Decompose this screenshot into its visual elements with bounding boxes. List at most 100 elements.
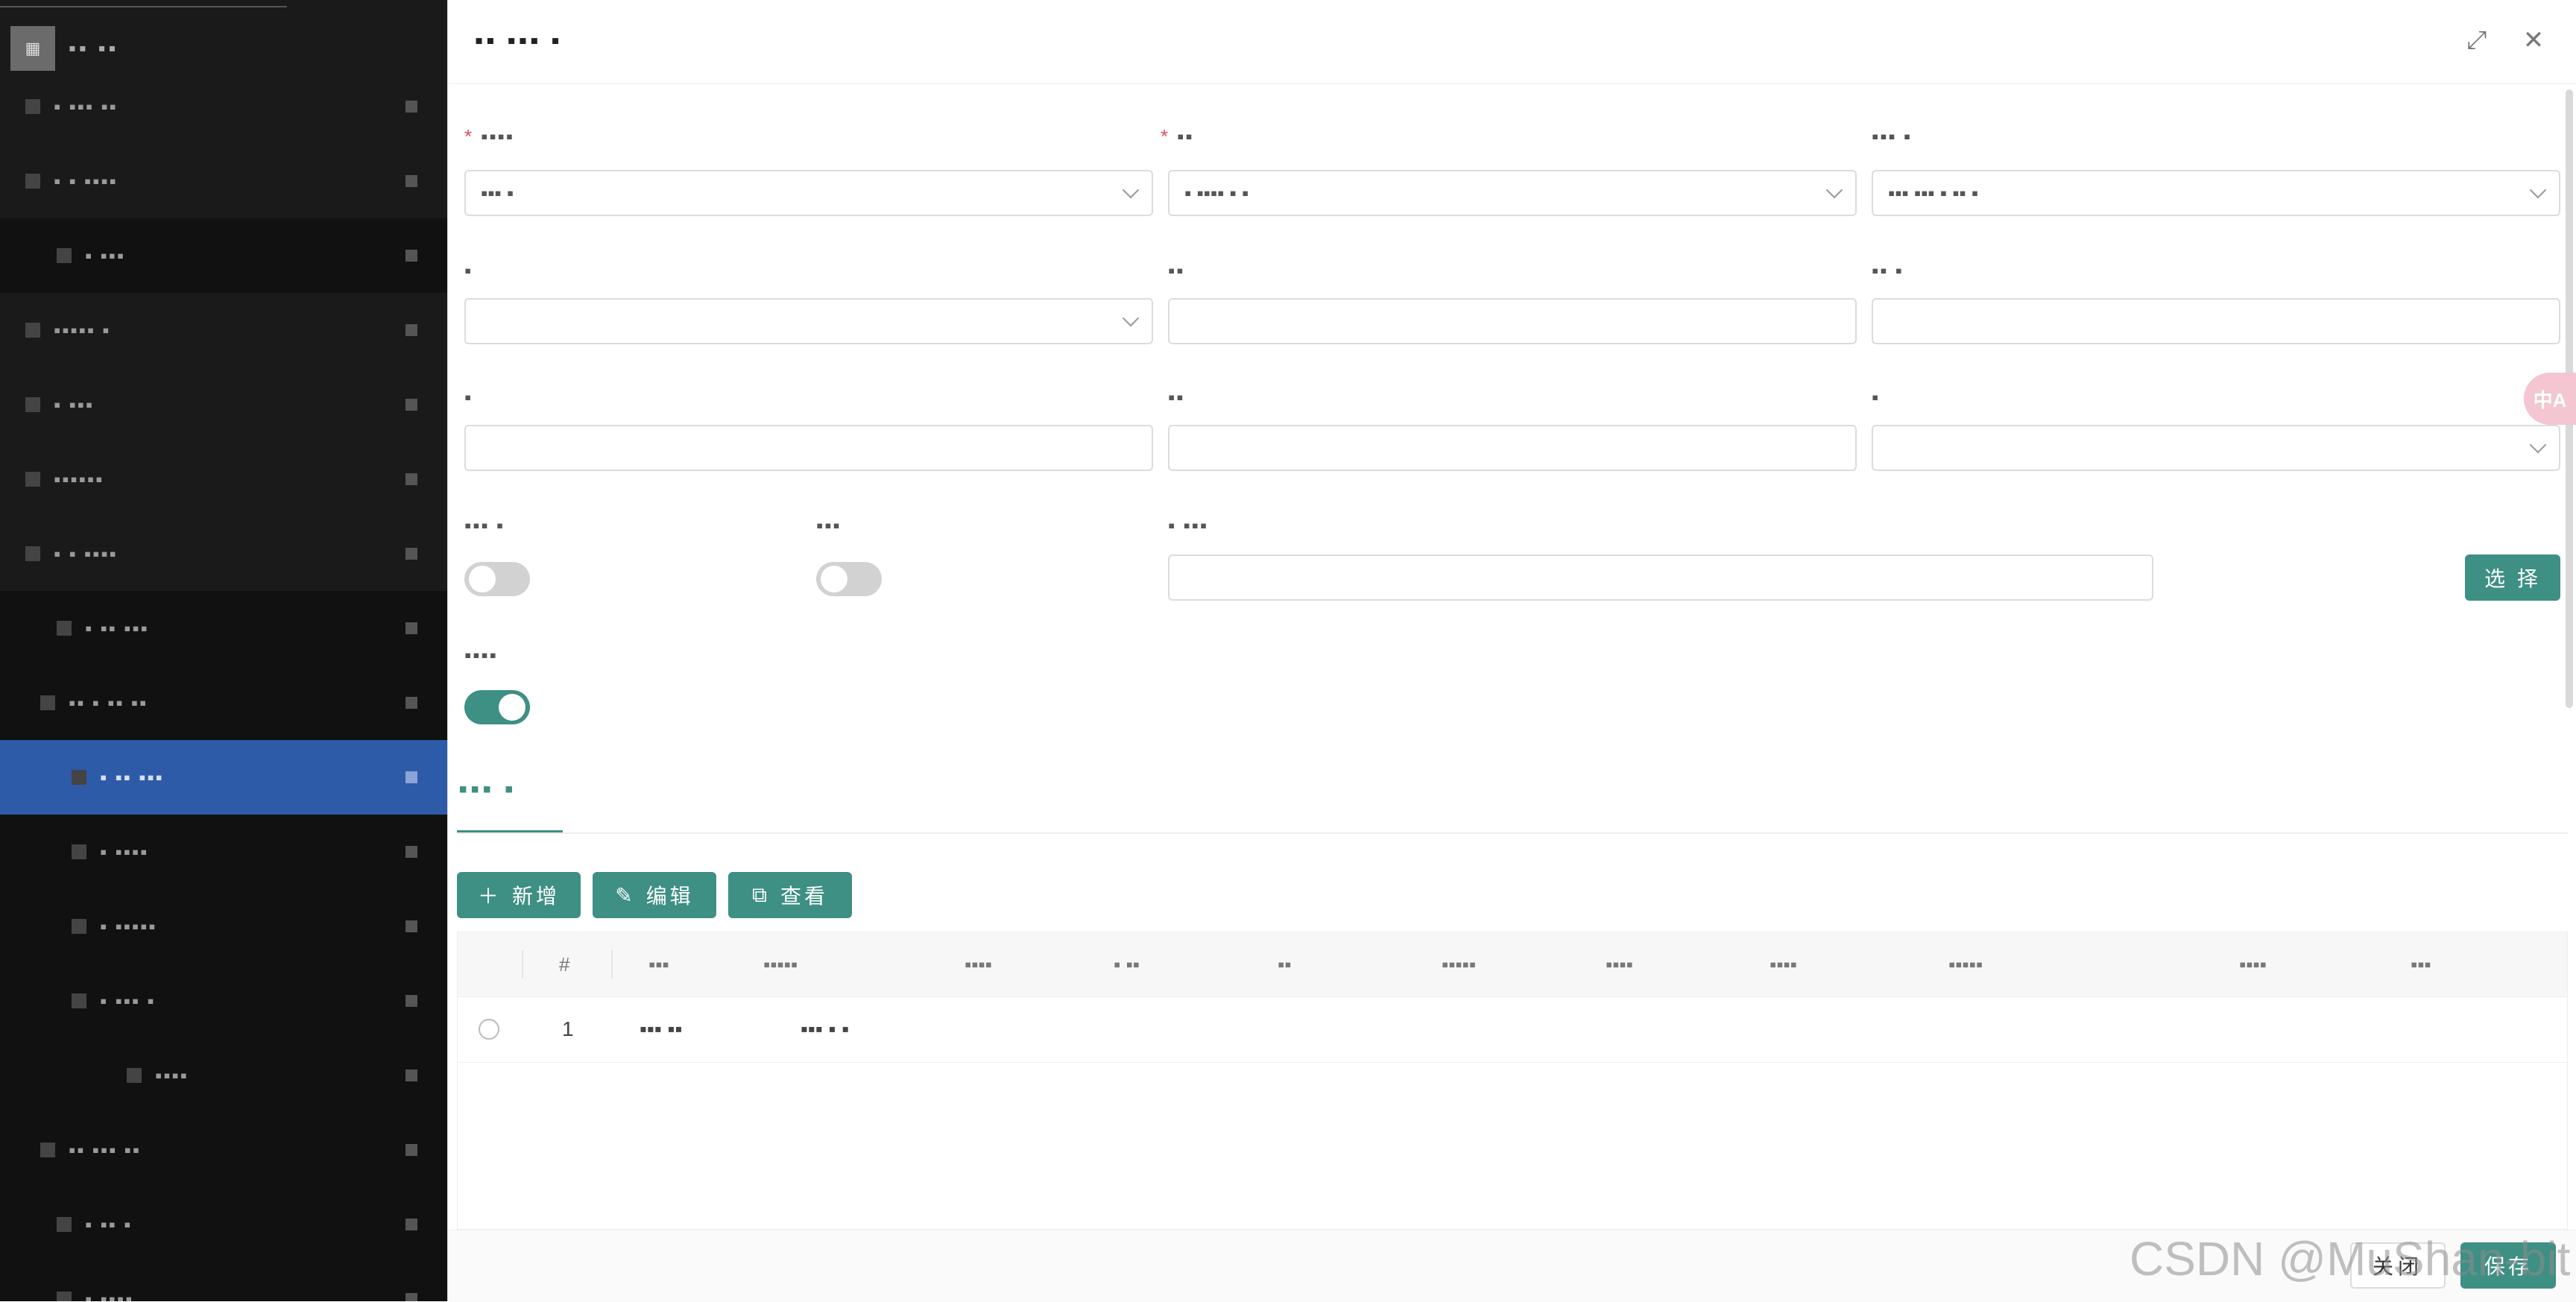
- sidebar-item-label: ▪▪▪▪▪ ▪: [54, 318, 111, 341]
- chevron-icon: [405, 1069, 417, 1081]
- sidebar-item[interactable]: ▪ ▪▪▪ ▪: [0, 964, 447, 1038]
- view-button[interactable]: ⧉ 查看: [728, 872, 852, 918]
- sidebar-item[interactable]: ▪▪▪▪: [0, 1038, 447, 1113]
- sidebar-item[interactable]: ▪▪ ▪ ▪▪ ▪▪: [0, 666, 447, 740]
- radio-button[interactable]: [479, 1019, 499, 1040]
- sidebar-item[interactable]: ▪ ▪▪▪▪: [0, 815, 447, 889]
- chevron-icon: [405, 920, 417, 932]
- chevron-icon: [405, 995, 417, 1007]
- column-separator: [611, 950, 613, 979]
- column-header[interactable]: ▪ ▪▪: [1114, 932, 1140, 996]
- chevron-down-icon: [1122, 181, 1140, 199]
- menu-icon: [25, 99, 40, 114]
- column-header[interactable]: ▪▪▪▪▪: [1442, 932, 1476, 996]
- sidebar-item[interactable]: ▪ ▪ ▪▪▪▪: [0, 516, 447, 591]
- field-label-text: ▪▪: [1168, 386, 1185, 408]
- toggle-switch-1[interactable]: [464, 562, 530, 596]
- column-header[interactable]: ▪▪▪: [2411, 932, 2431, 996]
- copy-icon: ⧉: [751, 882, 770, 906]
- add-button-label: 新增: [512, 885, 561, 908]
- text-input-7[interactable]: [464, 425, 1153, 471]
- field-label-text: ▪▪▪: [816, 514, 842, 537]
- column-header[interactable]: ▪▪: [1278, 932, 1291, 996]
- field-label: ▪▪▪▪: [464, 644, 498, 667]
- chevron-down-icon: [2529, 436, 2547, 454]
- sidebar-item-label: ▪ ▪▪▪ ▪: [100, 989, 156, 1012]
- menu-icon: [25, 472, 40, 487]
- chevron-down-icon: [1122, 309, 1140, 327]
- sidebar-item[interactable]: ▪ ▪▪▪▪: [0, 1262, 447, 1301]
- sidebar-item-active[interactable]: ▪ ▪▪ ▪▪▪: [0, 740, 447, 815]
- sidebar-item[interactable]: ▪▪▪▪▪ ▪: [0, 293, 447, 367]
- select-field-4[interactable]: [464, 298, 1153, 344]
- column-header[interactable]: ▪▪▪▪: [1606, 932, 1633, 996]
- tab-detail[interactable]: ▪▪▪ ▪: [458, 775, 517, 804]
- sidebar-item[interactable]: ▪▪ ▪▪▪ ▪▪: [0, 1113, 447, 1187]
- toggle-switch-3[interactable]: [464, 690, 530, 724]
- translate-icon[interactable]: 中A: [2524, 373, 2576, 425]
- toggle-switch-2[interactable]: [816, 562, 882, 596]
- dialog-header: ▪▪ ▪▪▪ ▪ ⤢ ✕: [448, 0, 2576, 84]
- select-field-3[interactable]: ▪▪▪ ▪▪▪ ▪ ▪▪ ▪: [1872, 170, 2560, 216]
- select-field-9[interactable]: [1872, 425, 2560, 471]
- field-label-text: ▪: [464, 386, 473, 408]
- sidebar-item-label: ▪ ▪▪▪▪: [100, 840, 149, 863]
- plus-icon: ＋: [477, 885, 502, 908]
- column-header[interactable]: ▪▪▪▪: [1770, 932, 1797, 996]
- switch-knob: [821, 566, 847, 592]
- table-row[interactable]: 1 ▪▪▪ ▪▪ ▪▪▪ ▪ ▪: [458, 996, 2567, 1063]
- field-label-text: ▪: [1872, 386, 1881, 408]
- switch-knob: [499, 694, 525, 721]
- row-radio[interactable]: [479, 996, 499, 1062]
- field-label: ▪▪▪ ▪: [464, 514, 505, 537]
- picker-input[interactable]: [1168, 554, 2153, 601]
- column-header[interactable]: ▪▪▪: [648, 932, 669, 996]
- sidebar-item-label: ▪ ▪▪ ▪▪▪: [100, 765, 164, 789]
- column-header[interactable]: ▪▪▪▪: [2239, 932, 2267, 996]
- chevron-down-icon: [1825, 181, 1843, 199]
- sidebar-item[interactable]: ▪ ▪▪ ▪▪▪: [0, 591, 447, 666]
- required-mark: *: [1161, 125, 1170, 148]
- field-label-text: ▪▪: [1177, 125, 1194, 148]
- sidebar-item-label: ▪ ▪▪▪▪▪: [100, 914, 157, 938]
- sidebar-item[interactable]: ▪ ▪ ▪▪▪▪: [0, 144, 447, 218]
- field-label-text: ▪: [464, 259, 473, 282]
- menu-icon: [40, 695, 55, 710]
- column-separator: [522, 950, 523, 979]
- column-header[interactable]: ▪▪▪▪▪: [1948, 932, 1983, 996]
- text-input-6[interactable]: [1872, 298, 2560, 344]
- close-icon[interactable]: ✕: [2517, 24, 2550, 57]
- column-header[interactable]: ▪▪▪▪: [965, 932, 992, 996]
- text-input-8[interactable]: [1168, 425, 1857, 471]
- table-header: # ▪▪▪ ▪▪▪▪▪ ▪▪▪▪ ▪ ▪▪ ▪▪ ▪▪▪▪▪ ▪▪▪▪ ▪▪▪▪…: [458, 932, 2567, 997]
- sidebar-item[interactable]: ▪▪▪▪▪▪: [0, 442, 447, 516]
- sidebar-header[interactable]: ▦ ▪▪ ▪▪: [10, 22, 435, 75]
- edit-button-label: 编辑: [645, 885, 694, 908]
- edit-button[interactable]: ✎ 编辑: [593, 872, 716, 918]
- sidebar-item[interactable]: ▪ ▪▪ ▪: [0, 1187, 447, 1262]
- chevron-icon: [405, 175, 417, 187]
- table-cell: ▪▪▪ ▪▪: [640, 1017, 683, 1040]
- sidebar-item[interactable]: ▪ ▪▪▪: [0, 367, 447, 442]
- field-label: ▪▪▪: [816, 514, 842, 537]
- chevron-icon: [405, 697, 417, 709]
- pencil-icon: ✎: [615, 883, 636, 907]
- select-button[interactable]: 选 择: [2465, 554, 2560, 601]
- column-header[interactable]: ▪▪▪▪▪: [763, 932, 798, 996]
- view-button-label: 查看: [780, 885, 828, 908]
- field-label: ▪▪: [1168, 259, 1184, 282]
- text-input-5[interactable]: [1168, 298, 1857, 344]
- maximize-icon[interactable]: ⤢: [2460, 24, 2493, 57]
- add-button[interactable]: ＋ 新增: [457, 872, 581, 918]
- menu-icon: [72, 993, 86, 1008]
- field-label: ▪▪▪ ▪: [1872, 125, 1912, 148]
- field-label: ▪ ▪▪▪: [1168, 514, 1208, 537]
- sidebar-item[interactable]: ▪ ▪▪▪▪▪: [0, 889, 447, 964]
- field-label: ▪: [464, 259, 473, 282]
- sidebar-item[interactable]: ▪ ▪▪▪: [0, 218, 447, 293]
- select-field-1[interactable]: ▪▪▪ ▪: [464, 170, 1153, 216]
- select-field-2[interactable]: ▪ ▪▪▪▪ ▪ ▪: [1168, 170, 1857, 216]
- menu-icon: [25, 323, 40, 338]
- sidebar-item[interactable]: ▪ ▪▪▪ ▪▪: [0, 69, 447, 144]
- chevron-icon: [405, 324, 417, 336]
